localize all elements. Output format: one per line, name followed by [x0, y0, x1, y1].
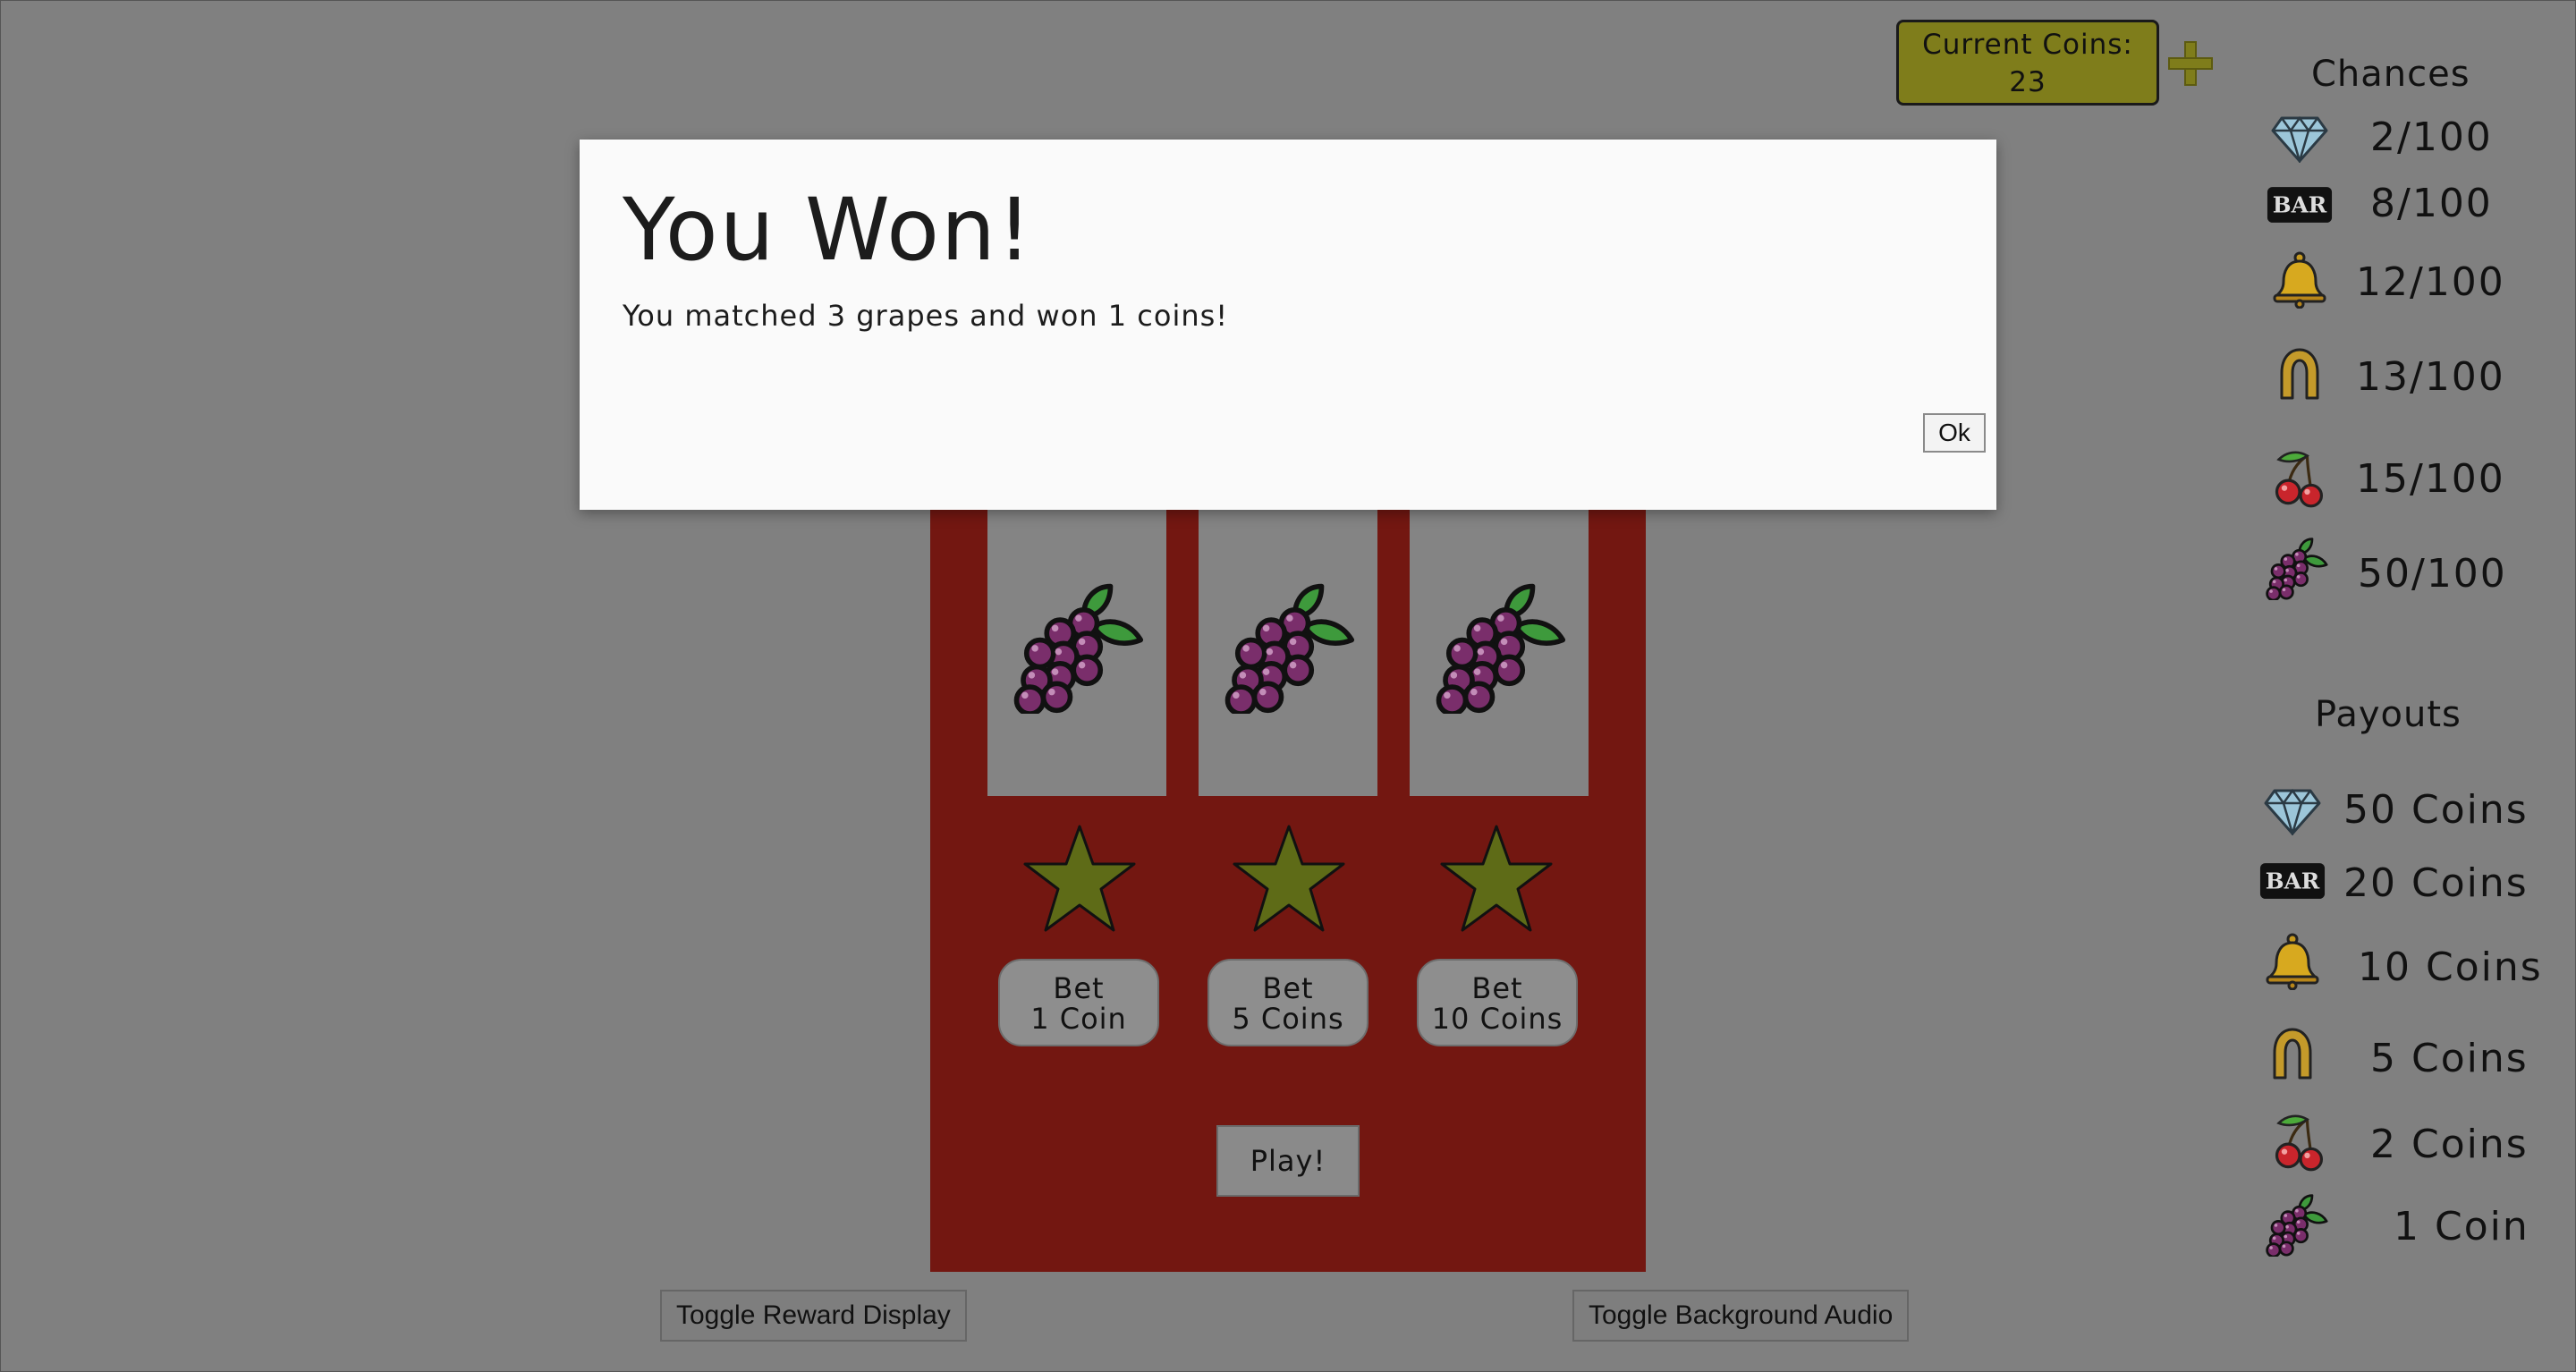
- grapes-icon: [1010, 580, 1144, 717]
- grapes-icon: [2263, 1197, 2329, 1252]
- grapes-icon: [2263, 540, 2329, 596]
- bet-label: Bet: [1262, 971, 1314, 1005]
- cherry-icon: [2267, 451, 2333, 506]
- bar-icon: BAR: [2259, 853, 2326, 909]
- toggle-reward-display-button[interactable]: Toggle Reward Display: [660, 1290, 967, 1342]
- payout-cherry: 2 Coins: [2370, 1122, 2529, 1167]
- svg-text:BAR: BAR: [2273, 192, 2327, 218]
- ok-button[interactable]: Ok: [1923, 413, 1986, 453]
- current-coins-label: Current Coins:: [1922, 29, 2133, 61]
- play-button[interactable]: Play!: [1216, 1125, 1360, 1197]
- bet-amount: 5 Coins: [1232, 1002, 1344, 1036]
- chance-horseshoe: 13/100: [2356, 354, 2505, 400]
- chance-grapes: 50/100: [2358, 551, 2507, 597]
- star-icon: [1021, 823, 1138, 934]
- grapes-icon: [1221, 580, 1355, 717]
- horseshoe-icon: [2267, 347, 2333, 402]
- payout-grapes: 1 Coin: [2394, 1204, 2529, 1249]
- diamond-icon: [2267, 111, 2333, 166]
- plus-icon[interactable]: [2166, 39, 2213, 86]
- bell-icon: [2267, 252, 2333, 308]
- diamond-icon: [2259, 783, 2326, 839]
- win-dialog: You Won! You matched 3 grapes and won 1 …: [580, 140, 1996, 510]
- cherry-icon: [2267, 1114, 2333, 1170]
- bet-amount: 1 Coin: [1030, 1002, 1127, 1036]
- reel-3: [1410, 501, 1589, 796]
- svg-text:BAR: BAR: [2266, 868, 2320, 894]
- dialog-message: You matched 3 grapes and won 1 coins!: [623, 299, 1229, 333]
- chances-title: Chances: [2311, 54, 2470, 95]
- payout-diamond: 50 Coins: [2343, 787, 2529, 833]
- toggle-background-audio-button[interactable]: Toggle Background Audio: [1572, 1290, 1910, 1342]
- payout-horseshoe: 5 Coins: [2370, 1036, 2529, 1081]
- chance-cherry: 15/100: [2356, 456, 2505, 502]
- star-icon: [1231, 823, 1347, 934]
- bet-1-coin-button[interactable]: Bet 1 Coin: [998, 959, 1159, 1046]
- chance-bar: 8/100: [2370, 181, 2493, 226]
- payouts-title: Payouts: [2315, 694, 2462, 735]
- grapes-icon: [1432, 580, 1566, 717]
- current-coins-value: 23: [2009, 66, 2046, 98]
- bet-amount: 10 Coins: [1431, 1002, 1563, 1036]
- chance-diamond: 2/100: [2370, 114, 2493, 160]
- bet-10-coins-button[interactable]: Bet 10 Coins: [1417, 959, 1578, 1046]
- payout-bell: 10 Coins: [2358, 944, 2543, 990]
- payout-bar: 20 Coins: [2343, 860, 2529, 906]
- bet-label: Bet: [1053, 971, 1105, 1005]
- current-coins-display: Current Coins: 23: [1896, 20, 2159, 106]
- dialog-title: You Won!: [623, 180, 1034, 280]
- star-icon: [1438, 823, 1555, 934]
- bet-5-coins-button[interactable]: Bet 5 Coins: [1208, 959, 1368, 1046]
- bell-icon: [2259, 934, 2326, 989]
- bet-label: Bet: [1471, 971, 1523, 1005]
- bar-icon: BAR: [2267, 177, 2333, 233]
- horseshoe-icon: [2259, 1027, 2326, 1082]
- reel-2: [1199, 501, 1377, 796]
- chance-bell: 12/100: [2356, 259, 2505, 305]
- reel-1: [987, 501, 1166, 796]
